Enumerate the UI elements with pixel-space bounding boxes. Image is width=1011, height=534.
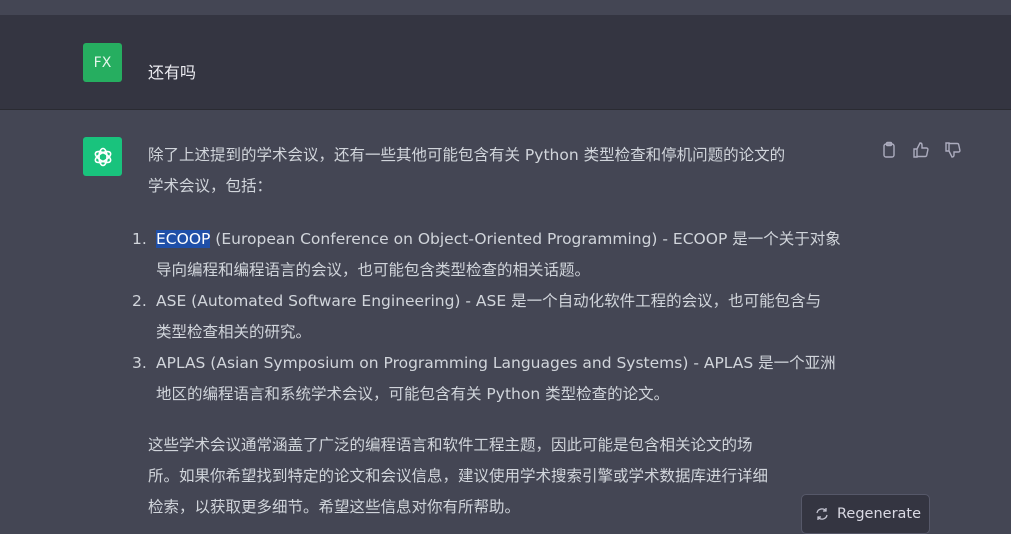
copy-icon[interactable] xyxy=(880,141,898,159)
outro-line: 检索，以获取更多细节。希望这些信息对你有所帮助。 xyxy=(148,498,521,516)
outro-line: 这些学术会议通常涵盖了广泛的编程语言和软件工程主题，因此可能是包含相关论文的场 xyxy=(148,436,753,454)
thumbs-down-icon[interactable] xyxy=(944,141,962,159)
item-text: APLAS (Asian Symposium on Programming La… xyxy=(156,354,836,372)
outro-line: 所。如果你希望找到特定的论文和会议信息，建议使用学术搜索引擎或学术数据库进行详细 xyxy=(148,467,769,485)
intro-line: 除了上述提到的学术会议，还有一些其他可能包含有关 Python 类型检查和停机问… xyxy=(148,146,786,164)
item-text: 类型检查相关的研究。 xyxy=(156,323,312,341)
list-number: 2. xyxy=(132,292,147,310)
list-number: 1. xyxy=(132,230,147,248)
selected-text[interactable]: ECOOP xyxy=(156,230,211,248)
list-item: 3. APLAS (Asian Symposium on Programming… xyxy=(132,348,878,410)
user-message: 还有吗 xyxy=(148,63,197,82)
regenerate-button[interactable]: Regenerate xyxy=(801,494,930,534)
item-text: 地区的编程语言和系统学术会议，可能包含有关 Python 类型检查的论文。 xyxy=(156,385,670,403)
intro-line: 学术会议，包括： xyxy=(148,177,273,195)
user-message-row: FX 还有吗 xyxy=(0,15,1011,110)
assistant-avatar xyxy=(83,137,122,176)
conference-list: 1. ECOOP (European Conference on Object-… xyxy=(132,224,878,410)
openai-logo-icon xyxy=(94,147,111,166)
list-item: 1. ECOOP (European Conference on Object-… xyxy=(132,224,878,286)
list-item: 2. ASE (Automated Software Engineering) … xyxy=(132,286,878,348)
user-avatar: FX xyxy=(83,43,122,82)
avatar-initials: FX xyxy=(93,54,112,71)
list-number: 3. xyxy=(132,354,147,372)
top-strip xyxy=(0,0,1011,15)
item-text: 导向编程和编程语言的会议，也可能包含类型检查的相关话题。 xyxy=(156,261,591,279)
regenerate-label: Regenerate xyxy=(837,506,922,522)
refresh-icon xyxy=(816,508,828,520)
item-text: (European Conference on Object-Oriented … xyxy=(210,230,841,248)
item-text: ASE (Automated Software Engineering) - A… xyxy=(156,292,822,310)
message-actions xyxy=(880,141,962,159)
assistant-message: 除了上述提到的学术会议，还有一些其他可能包含有关 Python 类型检查和停机问… xyxy=(132,140,878,523)
thumbs-up-icon[interactable] xyxy=(912,141,930,159)
